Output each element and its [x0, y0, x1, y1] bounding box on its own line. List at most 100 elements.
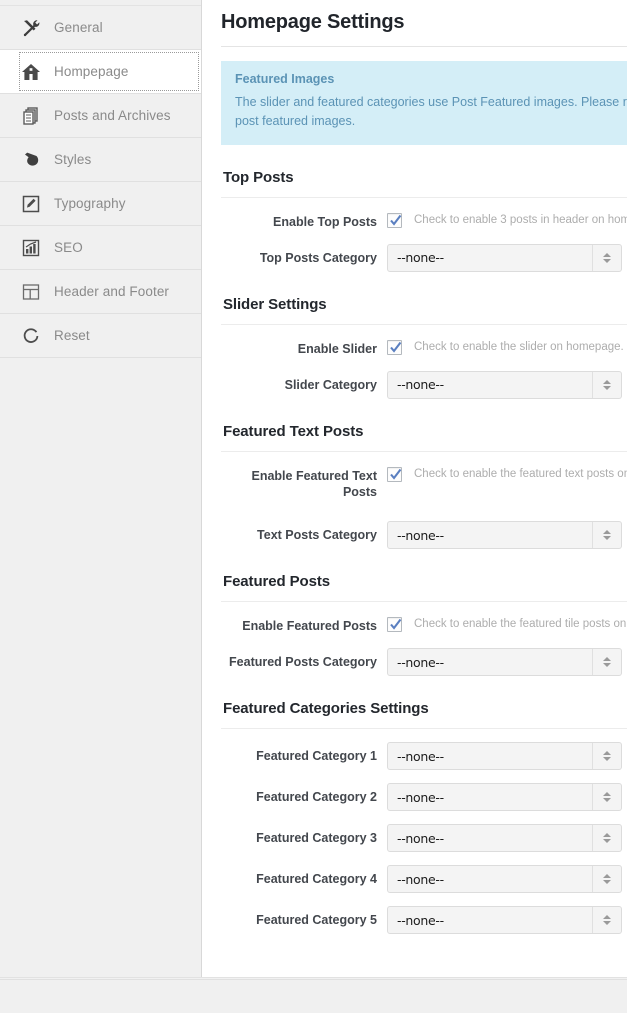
row-featured-category-1: Featured Category 1 --none--: [221, 742, 627, 770]
enable-featured-posts-checkbox[interactable]: [387, 617, 402, 632]
section-divider: [221, 601, 627, 602]
section-heading-slider: Slider Settings: [223, 296, 627, 313]
settings-page: General Hompepage: [0, 0, 627, 1013]
stepper-arrows-icon[interactable]: [592, 784, 621, 810]
featured-posts-category-select[interactable]: --none--: [387, 648, 622, 676]
section-divider: [221, 728, 627, 729]
sidebar-item-label: Hompepage: [54, 64, 128, 79]
row-featured-category-5: Featured Category 5 --none--: [221, 906, 627, 934]
section-heading-featured-text-posts: Featured Text Posts: [223, 423, 627, 440]
stepper-arrows-icon[interactable]: [592, 825, 621, 851]
row-label: Enable Featured Text Posts: [221, 465, 377, 502]
layout-icon: [20, 281, 42, 303]
select-value: --none--: [388, 872, 444, 887]
ink-drop-icon: [20, 149, 42, 171]
text-posts-category-select[interactable]: --none--: [387, 521, 622, 549]
row-label: Enable Featured Posts: [221, 615, 377, 635]
notice-title: Featured Images: [235, 72, 627, 86]
sidebar-item-label: SEO: [54, 240, 83, 255]
featured-category-3-select[interactable]: --none--: [387, 824, 622, 852]
row-description: Check to enable the featured text posts …: [414, 465, 627, 480]
row-featured-category-4: Featured Category 4 --none--: [221, 865, 627, 893]
row-top-posts-category: Top Posts Category --none--: [221, 244, 627, 272]
section-heading-featured-posts: Featured Posts: [223, 573, 627, 590]
sidebar-item-seo[interactable]: SEO: [0, 226, 201, 270]
sidebar-item-label: Reset: [54, 328, 90, 343]
row-label: Featured Category 2: [221, 783, 377, 806]
section-divider: [221, 197, 627, 198]
enable-featured-text-posts-checkbox[interactable]: [387, 467, 402, 482]
page-title: Homepage Settings: [221, 11, 627, 34]
featured-category-2-select[interactable]: --none--: [387, 783, 622, 811]
row-featured-category-2: Featured Category 2 --none--: [221, 783, 627, 811]
top-posts-category-select[interactable]: --none--: [387, 244, 622, 272]
enable-top-posts-checkbox[interactable]: [387, 213, 402, 228]
row-label: Text Posts Category: [221, 521, 377, 544]
featured-images-notice: Featured Images The slider and featured …: [221, 61, 627, 145]
select-value: --none--: [388, 377, 444, 392]
featured-category-4-select[interactable]: --none--: [387, 865, 622, 893]
title-divider: [221, 46, 627, 47]
select-value: --none--: [388, 749, 444, 764]
row-enable-slider: Enable Slider Check to enable the slider…: [221, 338, 627, 358]
sidebar-item-general[interactable]: General: [0, 6, 201, 50]
settings-panel: General Hompepage: [0, 0, 627, 978]
row-featured-category-3: Featured Category 3 --none--: [221, 824, 627, 852]
enable-slider-checkbox[interactable]: [387, 340, 402, 355]
section-heading-featured-categories: Featured Categories Settings: [223, 700, 627, 717]
stepper-arrows-icon[interactable]: [592, 649, 621, 675]
row-featured-posts-category: Featured Posts Category --none--: [221, 648, 627, 676]
row-description: Check to enable the slider on homepage.: [414, 338, 624, 353]
sidebar-item-header-and-footer[interactable]: Header and Footer: [0, 270, 201, 314]
section-heading-top-posts: Top Posts: [223, 169, 627, 186]
row-description: Check to enable 3 posts in header on hom…: [414, 211, 627, 226]
tools-icon: [20, 17, 42, 39]
row-enable-featured-text-posts: Enable Featured Text Posts Check to enab…: [221, 465, 627, 502]
row-slider-category: Slider Category --none--: [221, 371, 627, 399]
row-text-posts-category: Text Posts Category --none--: [221, 521, 627, 549]
sidebar-item-label: General: [54, 20, 103, 35]
section-divider: [221, 324, 627, 325]
row-label: Top Posts Category: [221, 244, 377, 267]
bar-chart-icon: [20, 237, 42, 259]
sidebar-item-label: Header and Footer: [54, 284, 169, 299]
sidebar-item-typography[interactable]: Typography: [0, 182, 201, 226]
stepper-arrows-icon[interactable]: [592, 522, 621, 548]
section-divider: [221, 451, 627, 452]
stepper-arrows-icon[interactable]: [592, 907, 621, 933]
row-label: Enable Slider: [221, 338, 377, 358]
stepper-arrows-icon[interactable]: [592, 866, 621, 892]
sidebar-item-label: Styles: [54, 152, 91, 167]
featured-category-5-select[interactable]: --none--: [387, 906, 622, 934]
sidebar-item-styles[interactable]: Styles: [0, 138, 201, 182]
row-enable-top-posts: Enable Top Posts Check to enable 3 posts…: [221, 211, 627, 231]
select-value: --none--: [388, 913, 444, 928]
notice-body: The slider and featured categories use P…: [235, 93, 627, 132]
select-value: --none--: [388, 655, 444, 670]
settings-content: Homepage Settings Featured Images The sl…: [203, 0, 627, 978]
reset-circle-icon: [20, 325, 42, 347]
row-enable-featured-posts: Enable Featured Posts Check to enable th…: [221, 615, 627, 635]
stepper-arrows-icon[interactable]: [592, 743, 621, 769]
row-label: Featured Category 5: [221, 906, 377, 929]
row-label: Featured Category 3: [221, 824, 377, 847]
stepper-arrows-icon[interactable]: [592, 372, 621, 398]
row-label: Featured Category 4: [221, 865, 377, 888]
select-value: --none--: [388, 790, 444, 805]
row-label: Enable Top Posts: [221, 211, 377, 231]
sidebar-item-reset[interactable]: Reset: [0, 314, 201, 358]
select-value: --none--: [388, 250, 444, 265]
sidebar-item-homepage[interactable]: Hompepage: [0, 50, 201, 94]
stepper-arrows-icon[interactable]: [592, 245, 621, 271]
sidebar-item-posts-and-archives[interactable]: Posts and Archives: [0, 94, 201, 138]
home-icon: [20, 61, 42, 83]
featured-category-1-select[interactable]: --none--: [387, 742, 622, 770]
row-description: Check to enable the featured tile posts …: [414, 615, 627, 630]
pencil-square-icon: [20, 193, 42, 215]
sidebar-item-label: Typography: [54, 196, 126, 211]
footer-strip: [0, 979, 627, 1013]
row-label: Featured Category 1: [221, 742, 377, 765]
row-label: Slider Category: [221, 371, 377, 394]
slider-category-select[interactable]: --none--: [387, 371, 622, 399]
select-value: --none--: [388, 831, 444, 846]
